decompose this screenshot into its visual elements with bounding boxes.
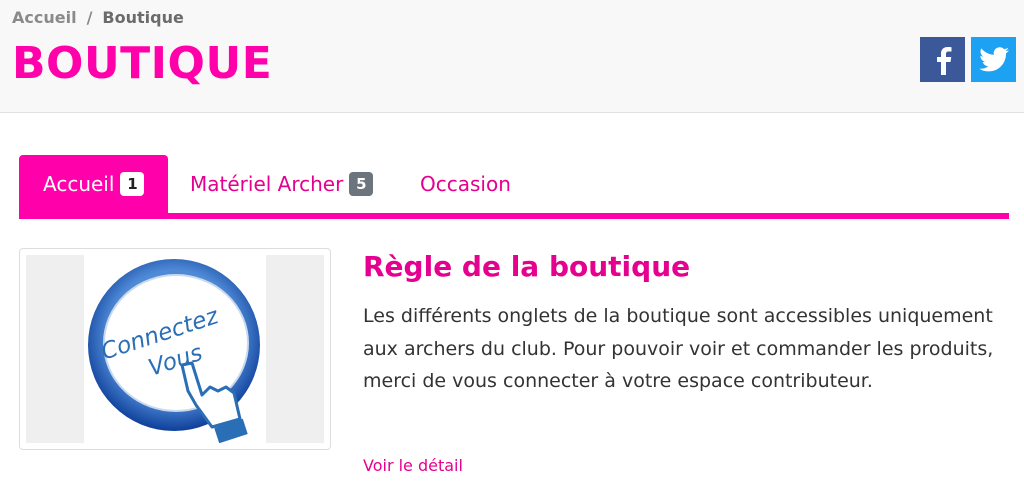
- breadcrumb: Accueil / Boutique: [12, 8, 184, 27]
- count-badge: 5: [349, 172, 374, 196]
- facebook-share-button[interactable]: [920, 37, 965, 82]
- article-thumbnail[interactable]: Connectez Vous: [19, 248, 331, 450]
- social-links: [920, 37, 1016, 82]
- connectez-vous-image: Connectez Vous: [84, 255, 266, 444]
- article-title[interactable]: Règle de la boutique: [363, 250, 690, 283]
- tab-occasion[interactable]: Occasion: [420, 155, 511, 213]
- breadcrumb-separator: /: [86, 8, 93, 27]
- tab-label: Accueil: [43, 172, 115, 196]
- tab-label: Occasion: [420, 172, 511, 196]
- twitter-share-button[interactable]: [971, 37, 1016, 82]
- count-badge: 1: [120, 172, 145, 196]
- breadcrumb-home-link[interactable]: Accueil: [12, 8, 77, 27]
- tab-materiel-archer[interactable]: Matériel Archer 5: [190, 155, 374, 213]
- page-header: Accueil / Boutique BOUTIQUE: [0, 0, 1024, 113]
- breadcrumb-current: Boutique: [102, 8, 184, 27]
- connect-badge-graphic: Connectez Vous: [88, 259, 260, 444]
- tab-accueil[interactable]: Accueil 1: [19, 155, 169, 213]
- facebook-icon: [936, 46, 951, 75]
- category-tabs: Accueil 1 Matériel Archer 5 Occasion: [19, 155, 1009, 219]
- tab-label: Matériel Archer: [190, 172, 344, 196]
- read-more-link[interactable]: Voir le détail: [363, 456, 463, 475]
- page-title: BOUTIQUE: [12, 38, 273, 89]
- article-body: Les différents onglets de la boutique so…: [363, 305, 994, 392]
- twitter-icon: [978, 46, 1009, 71]
